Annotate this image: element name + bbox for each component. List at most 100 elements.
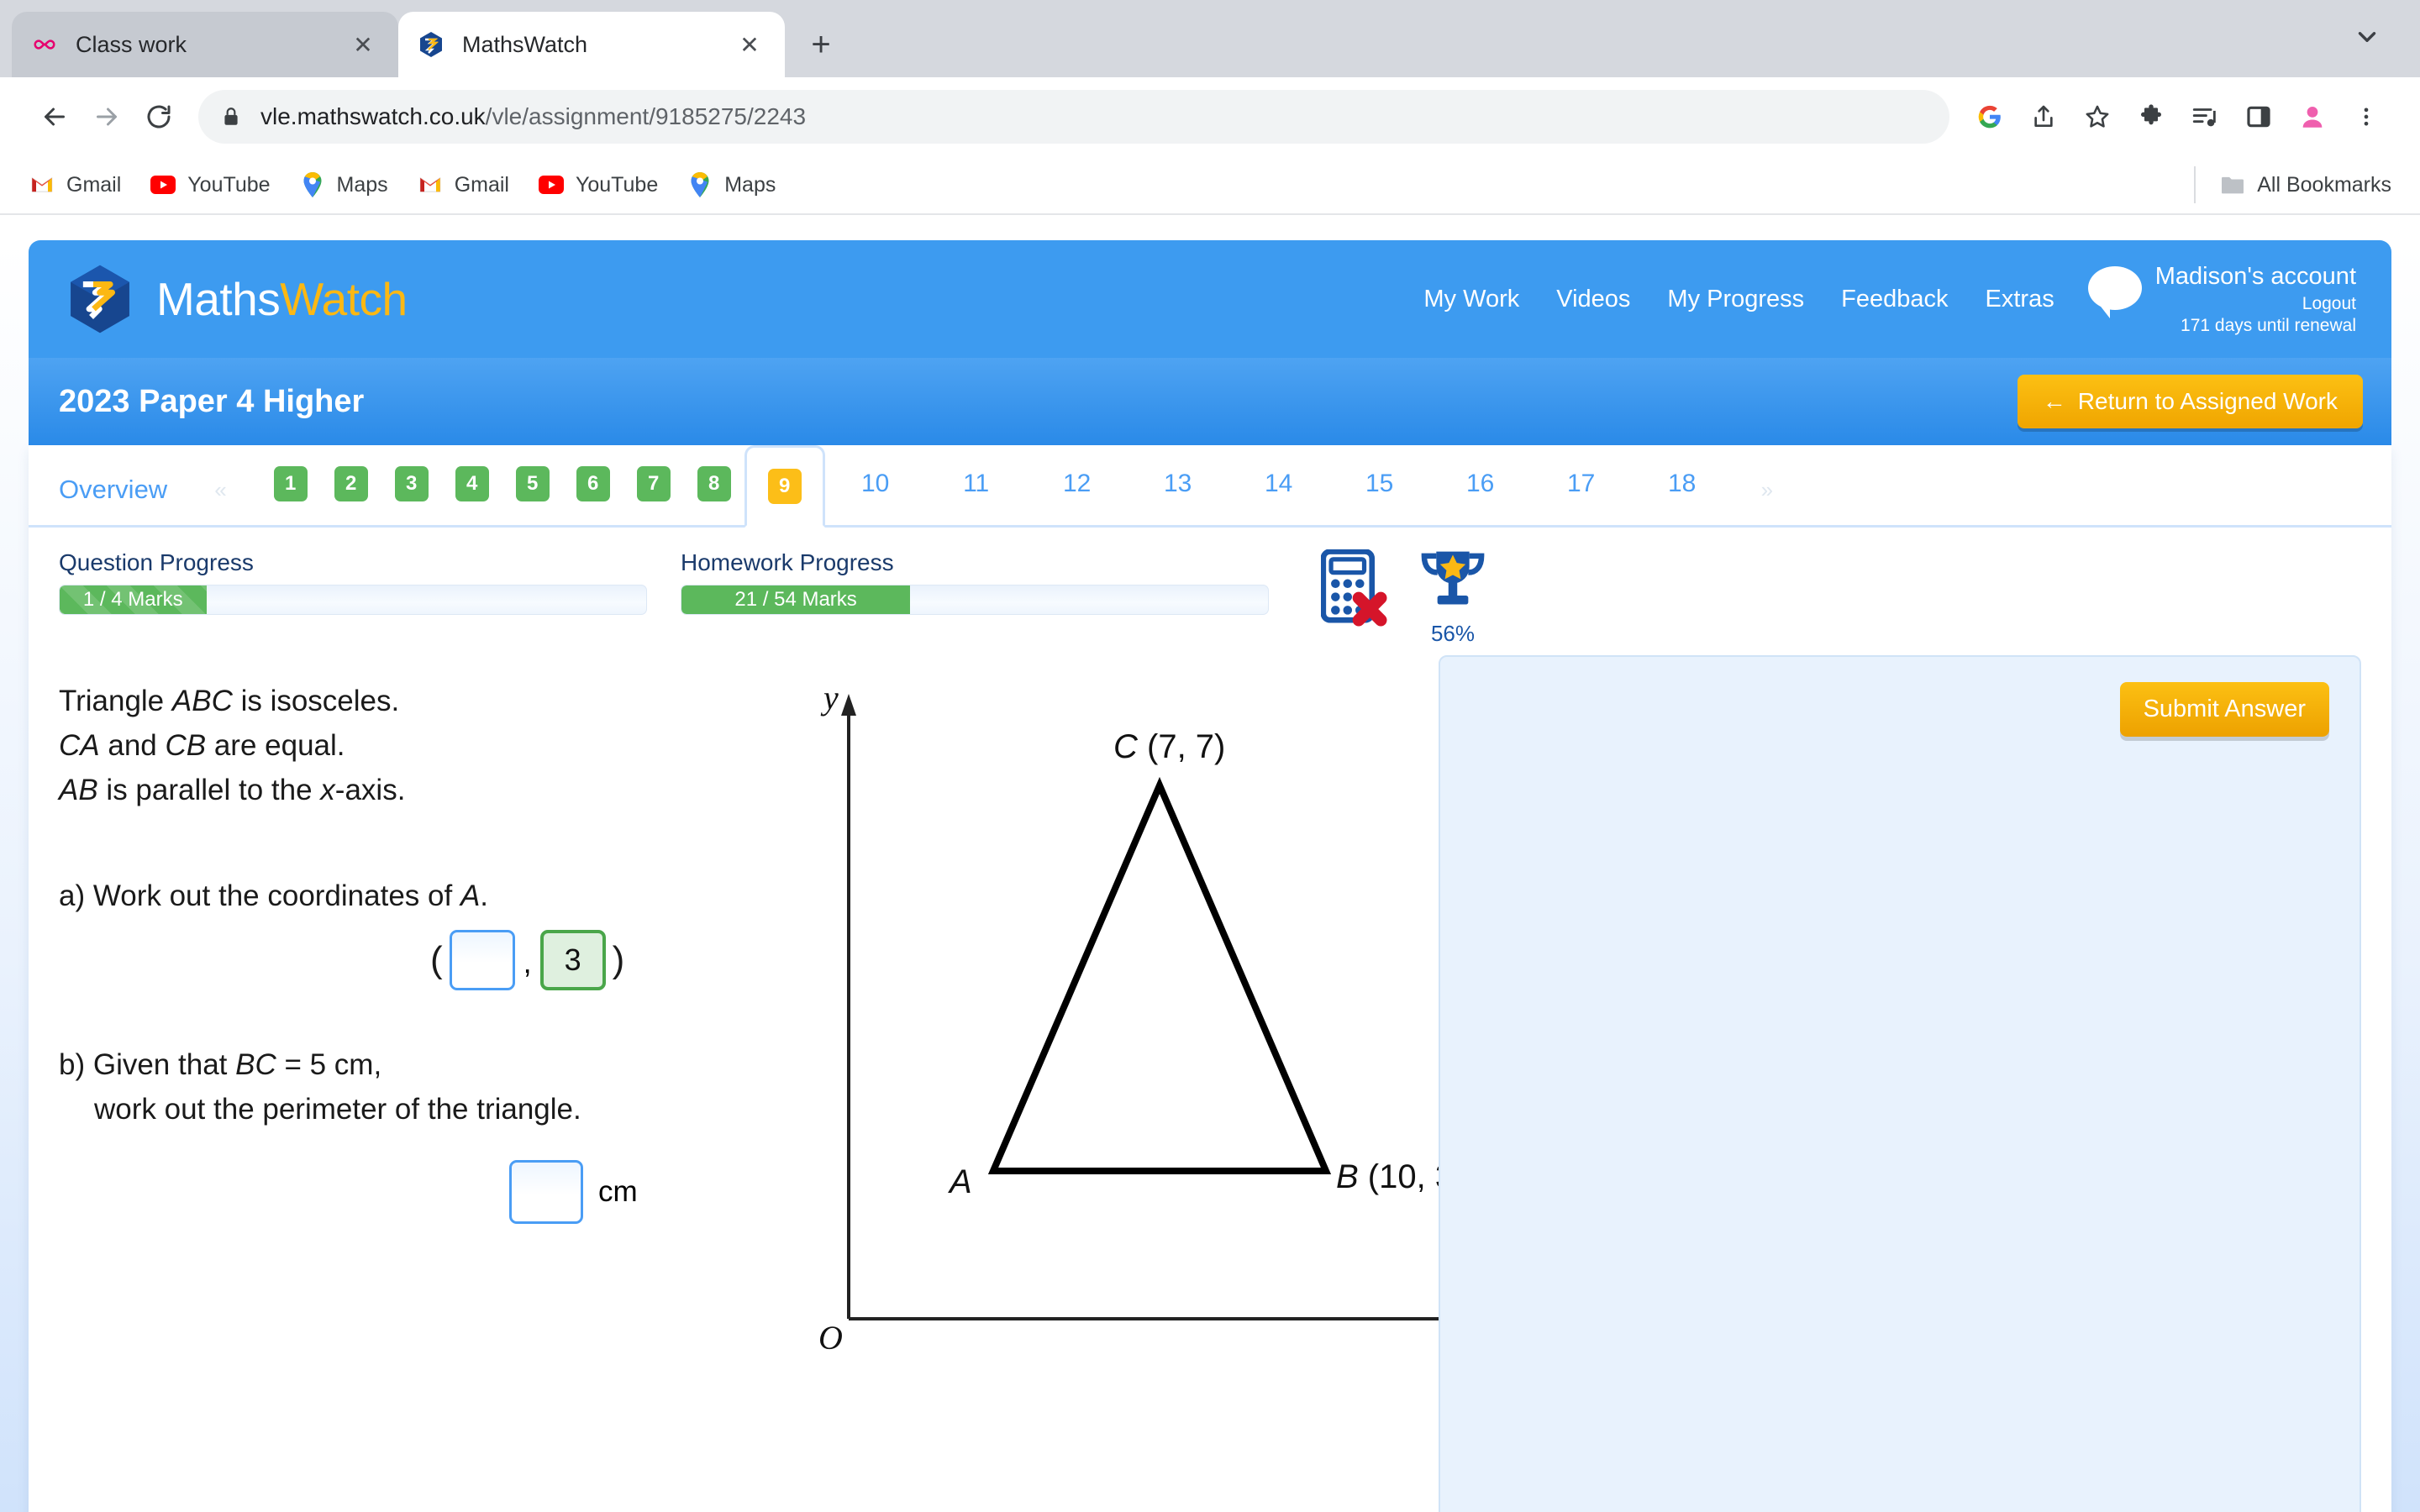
part-a-x-input[interactable] (449, 929, 515, 990)
page-content: MathsWatch My Work Videos My Progress Fe… (0, 240, 2420, 1512)
share-icon[interactable] (2018, 92, 2069, 142)
url-host: vle.mathswatch.co.uk/vle/assignment/9185… (260, 103, 807, 129)
part-b-input[interactable] (509, 1160, 583, 1225)
url-path: /vle/assignment/9185275/2243 (485, 103, 807, 129)
tab-overview[interactable]: Overview (59, 475, 167, 525)
tab-question-16[interactable]: 16 (1430, 443, 1531, 525)
youtube-icon (150, 171, 176, 198)
back-icon[interactable] (29, 91, 81, 143)
progress-row: Question Progress 1 / 4 Marks Homework P… (29, 528, 2391, 647)
address-bar[interactable]: vle.mathswatch.co.uk/vle/assignment/9185… (198, 90, 1949, 144)
tab-question-14[interactable]: 14 (1228, 443, 1329, 525)
tab-question-15[interactable]: 15 (1329, 443, 1430, 525)
mathswatch-icon (417, 30, 445, 59)
tab-question-18[interactable]: 18 (1632, 443, 1733, 525)
question-progress: Question Progress 1 / 4 Marks (59, 549, 647, 615)
bookmark-label: Maps (336, 172, 388, 197)
tab-question-3[interactable]: 3 (381, 443, 442, 525)
all-bookmarks-label: All Bookmarks (2257, 172, 2391, 197)
arrow-left-icon: ← (2042, 388, 2066, 414)
tab-question-5[interactable]: 5 (502, 443, 563, 525)
browser-tab-title: Class work (76, 31, 187, 57)
mathswatch-app: MathsWatch My Work Videos My Progress Fe… (29, 240, 2391, 1512)
nav-item-videos[interactable]: Videos (1538, 286, 1649, 313)
tab-question-2[interactable]: 2 (321, 443, 381, 525)
assignment-bar: 2023 Paper 4 Higher ← Return to Assigned… (29, 358, 2391, 445)
browser-tab-title: MathsWatch (462, 31, 588, 57)
page-title: 2023 Paper 4 Higher (59, 383, 365, 419)
open-paren: ( (430, 938, 443, 980)
bookmark-gmail-1[interactable]: Gmail (29, 171, 121, 198)
submit-answer-button[interactable]: Submit Answer (2119, 682, 2329, 737)
tab-question-8[interactable]: 8 (684, 443, 744, 525)
part-a-y-input[interactable]: 3 (539, 929, 606, 990)
chevron-down-icon[interactable] (2353, 23, 2381, 57)
return-button-label: Return to Assigned Work (2077, 388, 2338, 414)
tab-question-12[interactable]: 12 (1027, 443, 1128, 525)
extensions-puzzle-icon[interactable] (2126, 92, 2176, 142)
nav-item-my-work[interactable]: My Work (1405, 286, 1538, 313)
maps-icon (299, 171, 326, 198)
nav-item-my-progress[interactable]: My Progress (1649, 286, 1823, 313)
account-name[interactable]: Madison's account (2155, 263, 2356, 291)
bookmark-label: YouTube (187, 172, 271, 197)
maps-icon (687, 171, 713, 198)
close-icon[interactable]: ✕ (346, 28, 380, 61)
homework-progress-label: Homework Progress (681, 549, 894, 575)
coordinate-axes-diagram: y x O A B (10, 3) C (7, 7) (815, 679, 1491, 1361)
bookmark-gmail-2[interactable]: Gmail (417, 171, 509, 198)
trophy-percent: 56% (1430, 621, 1476, 646)
bookmark-label: YouTube (575, 172, 659, 197)
renewal-text: 171 days until renewal (2181, 315, 2356, 335)
nav-item-feedback[interactable]: Feedback (1823, 286, 1966, 313)
tab-question-13[interactable]: 13 (1128, 443, 1228, 525)
tab-question-9[interactable]: 9 (744, 445, 825, 528)
mathswatch-logo[interactable]: MathsWatch (64, 263, 408, 335)
bookmark-youtube-2[interactable]: YouTube (538, 171, 658, 198)
tab-question-6[interactable]: 6 (563, 443, 623, 525)
browser-tab-class-work[interactable]: Class work ✕ (12, 12, 398, 77)
tab-chip: 8 (697, 466, 731, 501)
bookmark-maps-1[interactable]: Maps (299, 171, 388, 198)
chevron-right-icon[interactable]: » (1761, 477, 1773, 525)
tab-chip: 5 (515, 466, 550, 501)
close-icon[interactable]: ✕ (733, 28, 766, 61)
youtube-icon (538, 171, 565, 198)
logout-link[interactable]: Logout (2155, 294, 2356, 314)
bookmark-label: Gmail (66, 172, 122, 197)
gmail-icon (29, 171, 55, 198)
trophy-score: 56% (1418, 549, 1487, 647)
account-menu[interactable]: Madison's account Logout 171 days until … (2087, 263, 2356, 336)
forward-icon[interactable] (81, 91, 133, 143)
tab-question-1[interactable]: 1 (260, 443, 321, 525)
nav-item-extras[interactable]: Extras (1967, 286, 2073, 313)
google-lens-icon[interactable] (1965, 92, 2015, 142)
tab-question-17[interactable]: 17 (1531, 443, 1632, 525)
side-panel-icon[interactable] (2233, 92, 2284, 142)
folder-icon (2219, 171, 2246, 198)
chevron-left-icon[interactable]: « (214, 477, 226, 525)
bookmark-star-icon[interactable] (2072, 92, 2123, 142)
avatar[interactable] (2287, 92, 2338, 142)
chrome-menu-icon[interactable] (2341, 92, 2391, 142)
reload-icon[interactable] (133, 91, 185, 143)
toolbar-actions (1965, 92, 2391, 142)
tab-chip: 7 (636, 466, 671, 501)
infinity-icon (30, 30, 59, 59)
bookmark-youtube-1[interactable]: YouTube (150, 171, 271, 198)
bookmark-label: Maps (724, 172, 776, 197)
coordinate-comma: , (523, 944, 532, 979)
tab-question-7[interactable]: 7 (623, 443, 684, 525)
media-playlist-icon[interactable] (2180, 92, 2230, 142)
tab-question-4[interactable]: 4 (442, 443, 502, 525)
all-bookmarks-button[interactable]: All Bookmarks (2194, 166, 2391, 203)
question-progress-fill: 1 / 4 Marks (60, 585, 207, 614)
return-to-assigned-work-button[interactable]: ← Return to Assigned Work (2017, 375, 2363, 428)
tab-chip: 4 (455, 466, 489, 501)
new-tab-button[interactable]: + (797, 20, 845, 69)
bookmark-maps-2[interactable]: Maps (687, 171, 776, 198)
tab-question-10[interactable]: 10 (825, 443, 926, 525)
browser-tab-mathswatch[interactable]: MathsWatch ✕ (398, 12, 785, 77)
close-paren: ) (612, 938, 625, 980)
tab-question-11[interactable]: 11 (926, 443, 1027, 525)
